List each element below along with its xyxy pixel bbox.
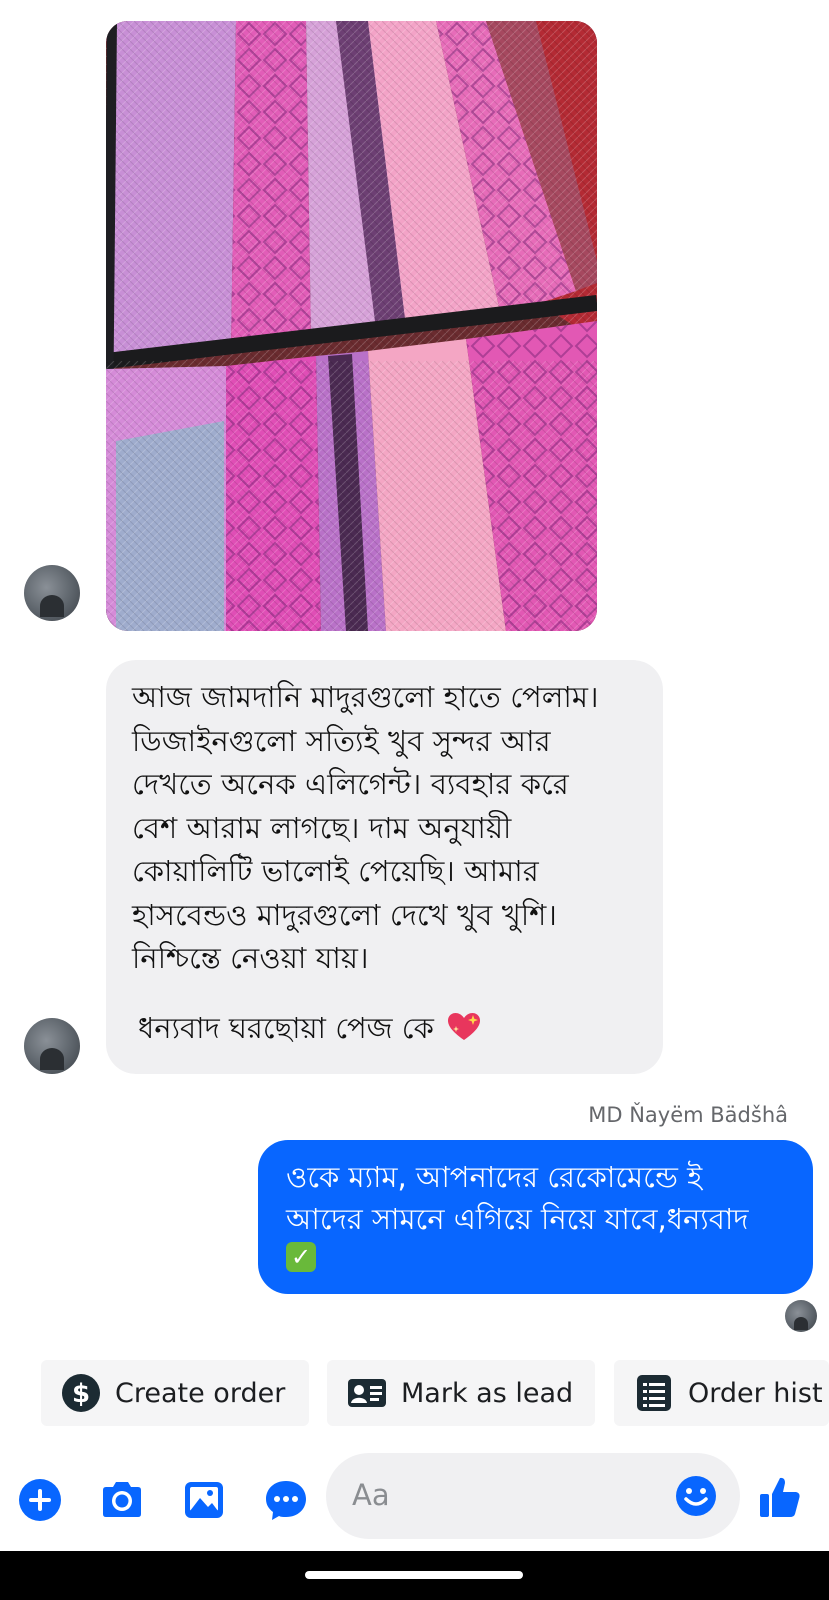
check-mark-button-icon: ✓ (286, 1242, 316, 1272)
incoming-message-thanks: ধন্যবাদ ঘরছোয়া পেজ কে (138, 1008, 481, 1048)
chat-bubble-icon[interactable] (263, 1478, 309, 1522)
sparkling-heart-icon (448, 1013, 481, 1040)
emoji-icon[interactable] (674, 1474, 718, 1518)
create-order-label: Create order (115, 1377, 286, 1409)
outgoing-message-text: ওকে ম্যাম, আপনাদের রেকোমেন্ডে ই আদের সাম… (286, 1160, 749, 1236)
dollar-icon: $ (62, 1374, 100, 1412)
woven-mat-image (106, 21, 597, 631)
incoming-message-bubble[interactable]: আজ জামদানি মাদুরগুলো হাতে পেলাম। ডিজাইনগ… (106, 660, 663, 1074)
product-photo[interactable] (106, 21, 597, 631)
thumbs-up-icon[interactable] (758, 1474, 802, 1520)
incoming-message-text: আজ জামদানি মাদুরগুলো হাতে পেলাম। ডিজাইনগ… (132, 680, 599, 975)
message-input-placeholder: Aa (352, 1478, 390, 1512)
home-gesture-handle[interactable] (305, 1571, 523, 1579)
system-navigation-bar (0, 1551, 829, 1600)
contact-avatar[interactable] (24, 1018, 80, 1074)
mark-as-lead-label: Mark as lead (401, 1377, 574, 1409)
order-history-button[interactable]: Order hist (614, 1360, 829, 1426)
mark-as-lead-button[interactable]: Mark as lead (327, 1360, 595, 1426)
contact-avatar[interactable] (24, 565, 80, 621)
contact-card-icon (348, 1379, 386, 1407)
sender-name: MD Ňayëm Bädšhâ (588, 1103, 788, 1127)
svg-text:$: $ (72, 1379, 90, 1409)
create-order-button[interactable]: $ Create order (41, 1360, 309, 1426)
gallery-icon[interactable] (182, 1478, 226, 1522)
messenger-conversation: আজ জামদানি মাদুরগুলো হাতে পেলাম। ডিজাইনগ… (0, 0, 829, 1600)
list-document-icon (637, 1375, 671, 1411)
seen-receipt-avatar (785, 1300, 817, 1332)
outgoing-message-bubble[interactable]: ওকে ম্যাম, আপনাদের রেকোমেন্ডে ই আদের সাম… (258, 1140, 813, 1294)
plus-icon[interactable] (18, 1478, 62, 1522)
order-history-label: Order hist (688, 1377, 823, 1409)
camera-icon[interactable] (99, 1478, 145, 1522)
